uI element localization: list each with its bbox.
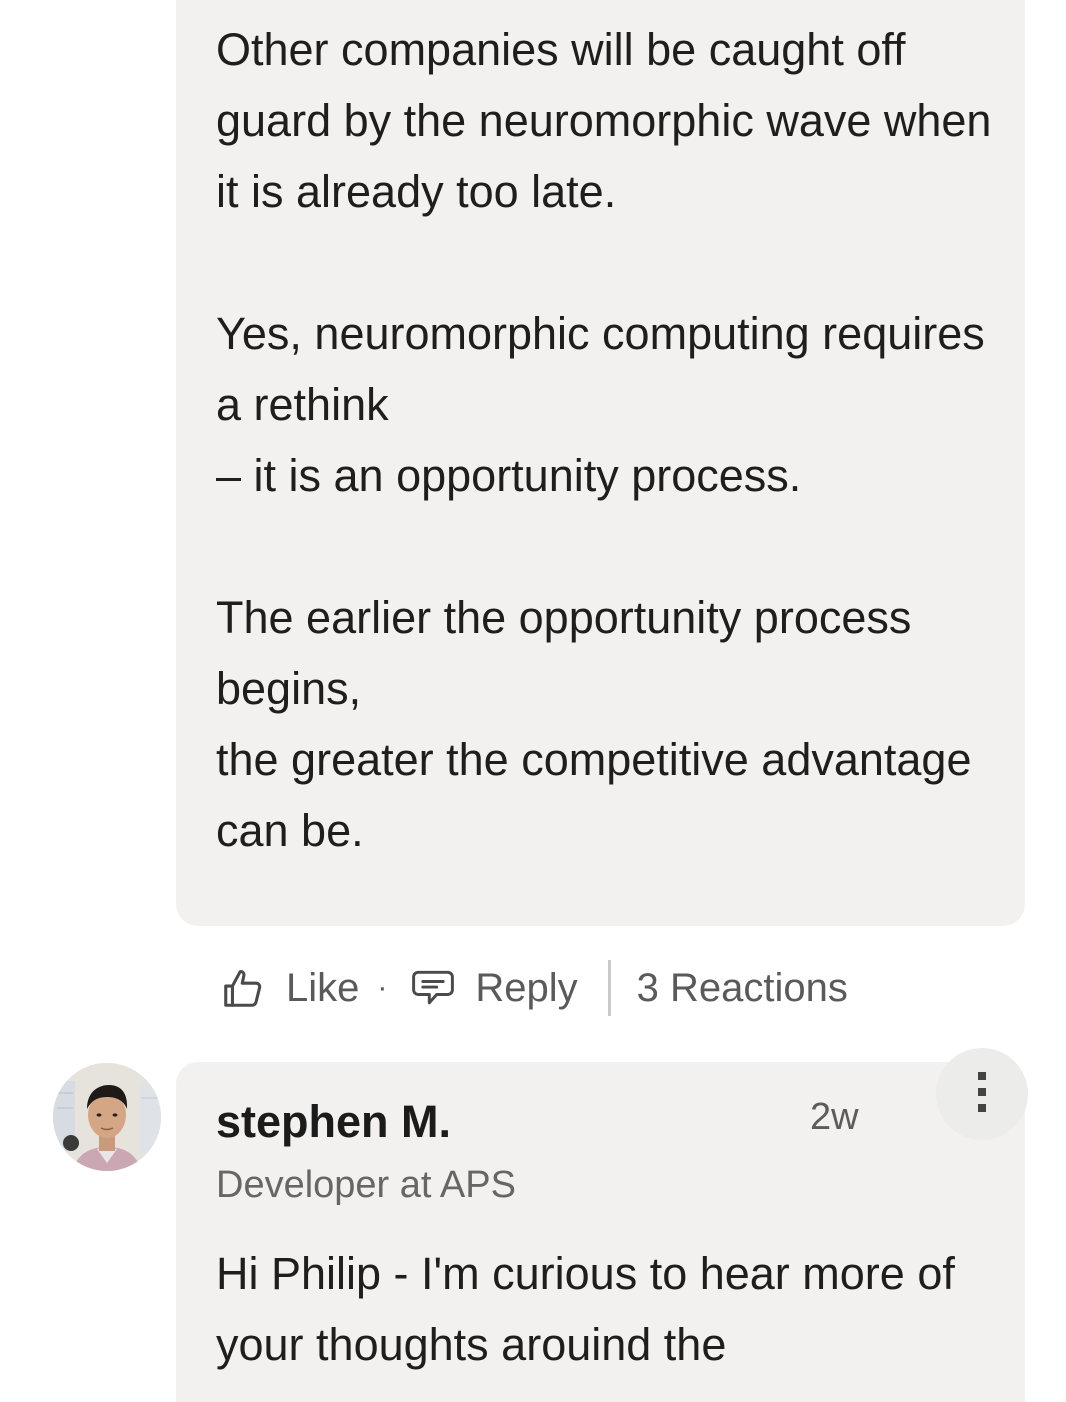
speech-bubble-icon — [409, 965, 457, 1011]
reply-comment-bubble: stephen M. Developer at APS 2w Hi Philip… — [176, 1048, 1028, 1402]
reply-label: Reply — [475, 965, 578, 1010]
reply-button[interactable]: Reply — [409, 965, 578, 1011]
thumbs-up-icon — [220, 965, 266, 1011]
vertical-ellipsis-icon — [976, 1070, 988, 1119]
avatar-photo — [53, 1063, 161, 1171]
like-label: Like — [286, 965, 360, 1010]
avatar[interactable] — [53, 1063, 161, 1171]
more-options-button[interactable] — [936, 1048, 1028, 1140]
like-button[interactable]: Like — [220, 965, 359, 1011]
comment-text: Other companies will be caught off guard… — [216, 24, 992, 856]
reply-comment-text: Hi Philip - I'm curious to hear more of … — [216, 1248, 955, 1370]
comment-bubble: Other companies will be caught off guard… — [176, 0, 1025, 926]
comment-timestamp: 2w — [810, 1096, 859, 1138]
reactions-count-link[interactable]: 3 Reactions — [637, 966, 848, 1011]
comment-actions-bar: Like · Reply 3 Reactions — [220, 952, 848, 1024]
action-separator: · — [377, 971, 388, 1004]
actions-divider — [607, 960, 611, 1016]
author-headline: Developer at APS — [216, 1164, 516, 1206]
author-name[interactable]: stephen M. — [216, 1096, 451, 1148]
